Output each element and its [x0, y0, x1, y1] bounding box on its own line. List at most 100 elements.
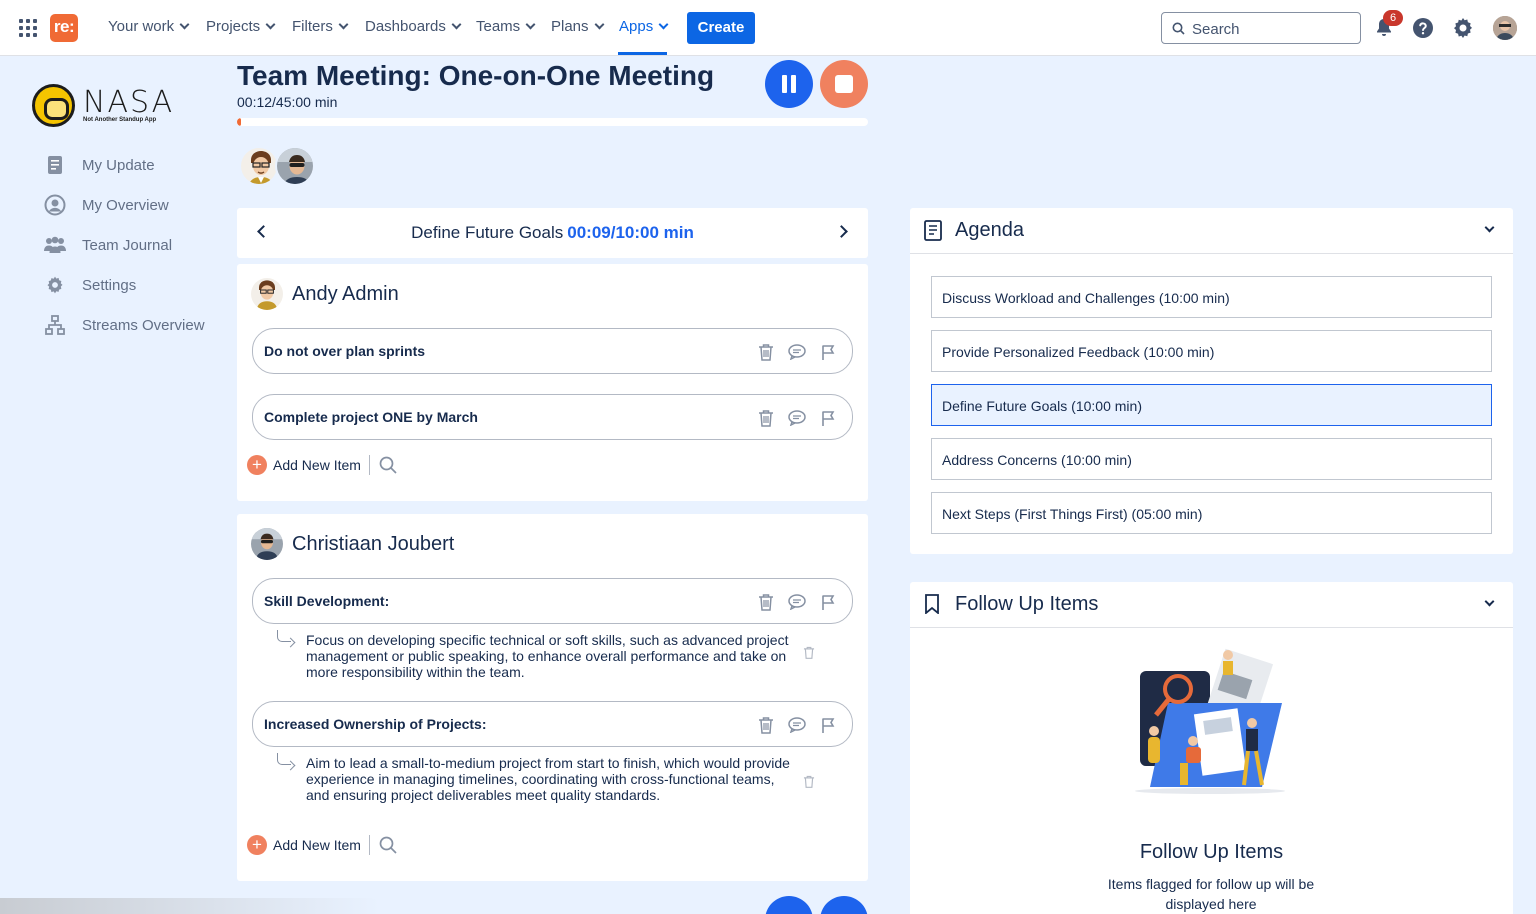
update-item[interactable]: Complete project ONE by March	[252, 394, 853, 440]
search-field[interactable]	[1161, 12, 1361, 44]
empty-state-description: Items flagged for follow up will be disp…	[1107, 876, 1315, 912]
pause-button[interactable]	[765, 60, 813, 108]
flag-icon[interactable]	[818, 342, 838, 362]
people-icon	[44, 234, 66, 256]
bottom-shadow	[0, 898, 380, 914]
stop-button[interactable]	[820, 60, 868, 108]
agenda-item[interactable]: Discuss Workload and Challenges (10:00 m…	[931, 276, 1492, 318]
empty-state-title: Follow Up Items	[1139, 841, 1284, 863]
document-icon	[924, 220, 942, 241]
flag-icon[interactable]	[818, 408, 838, 428]
comment-icon[interactable]	[787, 408, 807, 428]
comment-icon[interactable]	[787, 715, 807, 735]
person-header: Christiaan Joubert	[251, 528, 454, 560]
help-icon[interactable]	[1411, 16, 1435, 40]
trash-icon[interactable]	[756, 715, 776, 735]
update-item[interactable]: Skill Development:	[252, 578, 853, 624]
add-plus-icon[interactable]: +	[247, 455, 267, 475]
person-avatar	[251, 528, 283, 560]
flag-icon[interactable]	[818, 715, 838, 735]
app-switcher-icon[interactable]	[19, 19, 37, 37]
meeting-progress-bar	[237, 118, 868, 126]
sidebar-item-label: Settings	[82, 276, 137, 294]
stop-icon	[835, 75, 853, 93]
trash-icon[interactable]	[803, 646, 815, 659]
update-item[interactable]: Do not over plan sprints	[252, 328, 853, 374]
person-name: Andy Admin	[292, 282, 399, 305]
add-item-row: + Add New Item	[247, 835, 397, 855]
add-new-item-button[interactable]: Add New Item	[273, 457, 361, 473]
settings-gear-icon[interactable]	[1451, 16, 1475, 40]
agenda-item-active[interactable]: Define Future Goals (10:00 min)	[931, 384, 1492, 426]
agenda-item[interactable]: Next Steps (First Things First) (05:00 m…	[931, 492, 1492, 534]
flag-icon[interactable]	[818, 592, 838, 612]
nav-dashboards[interactable]: Dashboards	[365, 18, 462, 35]
person-header: Andy Admin	[251, 278, 399, 310]
nav-plans[interactable]: Plans	[551, 18, 604, 35]
trash-icon[interactable]	[803, 775, 815, 788]
comment-icon[interactable]	[787, 342, 807, 362]
participant-avatar[interactable]	[239, 146, 279, 186]
chevron-down-icon	[451, 19, 462, 30]
person-name: Christiaan Joubert	[292, 532, 455, 555]
notification-count-badge: 6	[1383, 10, 1403, 26]
trash-icon[interactable]	[756, 342, 776, 362]
chevron-down-icon	[338, 19, 349, 30]
search-icon[interactable]	[379, 456, 397, 474]
person-avatar	[251, 278, 283, 310]
user-avatar[interactable]	[1493, 16, 1517, 40]
add-plus-icon[interactable]: +	[247, 835, 267, 855]
nav-your-work[interactable]: Your work	[108, 18, 190, 35]
create-button[interactable]: Create	[687, 12, 755, 44]
pause-icon	[782, 75, 787, 93]
comment-icon[interactable]	[787, 592, 807, 612]
current-topic: Define Future Goals 00:09/10:00 min	[237, 223, 868, 243]
participant-avatar[interactable]	[275, 146, 315, 186]
sub-item-text: Aim to lead a small-to-medium project fr…	[306, 755, 790, 803]
next-page-button[interactable]	[820, 896, 868, 914]
nasa-logo[interactable]: NASA Not Another Standup App	[32, 84, 174, 127]
sidebar-item-my-update[interactable]: My Update	[44, 154, 155, 176]
nav-filters[interactable]: Filters	[292, 18, 349, 35]
chevron-down-icon[interactable]	[1484, 222, 1495, 233]
app-logo[interactable]: re:	[50, 14, 78, 42]
agenda-panel: Agenda Discuss Workload and Challenges (…	[910, 208, 1513, 554]
topic-title: Define Future Goals	[411, 223, 564, 242]
update-item-text: Complete project ONE by March	[264, 409, 478, 425]
sidebar-item-streams-overview[interactable]: Streams Overview	[44, 314, 205, 336]
nav-projects[interactable]: Projects	[206, 18, 276, 35]
person-card-andy-admin: Andy Admin Do not over plan sprints Comp…	[237, 264, 868, 501]
person-card-christiaan-joubert: Christiaan Joubert Skill Development: Fo…	[237, 514, 868, 881]
reply-arrow-icon	[277, 630, 291, 642]
agenda-item[interactable]: Address Concerns (10:00 min)	[931, 438, 1492, 480]
follow-up-title: Follow Up Items	[955, 593, 1099, 615]
sidebar-item-label: Team Journal	[82, 236, 173, 254]
update-item[interactable]: Increased Ownership of Projects:	[252, 701, 853, 747]
chevron-down-icon	[179, 19, 190, 30]
nav-teams[interactable]: Teams	[476, 18, 536, 35]
nav-apps[interactable]: Apps	[619, 18, 669, 35]
trash-icon[interactable]	[756, 592, 776, 612]
sub-item-text: Focus on developing specific technical o…	[306, 632, 789, 680]
brand-name: NASA	[83, 84, 175, 120]
chevron-down-icon[interactable]	[1484, 596, 1495, 607]
chevron-down-icon	[265, 19, 276, 30]
reply-arrow-icon	[277, 753, 291, 765]
sidebar-item-team-journal[interactable]: Team Journal	[44, 234, 172, 256]
divider	[368, 835, 370, 855]
trash-icon[interactable]	[756, 408, 776, 428]
sidebar-item-my-overview[interactable]: My Overview	[44, 194, 169, 216]
sidebar-item-label: Streams Overview	[82, 316, 205, 334]
add-new-item-button[interactable]: Add New Item	[273, 837, 361, 853]
search-input[interactable]	[1192, 19, 1352, 39]
sidebar-item-label: My Update	[82, 156, 155, 174]
previous-page-button[interactable]	[765, 896, 813, 914]
sidebar-item-settings[interactable]: Settings	[44, 274, 136, 296]
agenda-item[interactable]: Provide Personalized Feedback (10:00 min…	[931, 330, 1492, 372]
chevron-down-icon	[658, 19, 669, 30]
topic-timer: 00:09/10:00 min	[567, 223, 694, 242]
search-icon[interactable]	[379, 836, 397, 854]
bookmark-icon	[925, 594, 939, 614]
update-item-text: Skill Development:	[264, 593, 390, 609]
add-item-row: + Add New Item	[247, 455, 397, 475]
